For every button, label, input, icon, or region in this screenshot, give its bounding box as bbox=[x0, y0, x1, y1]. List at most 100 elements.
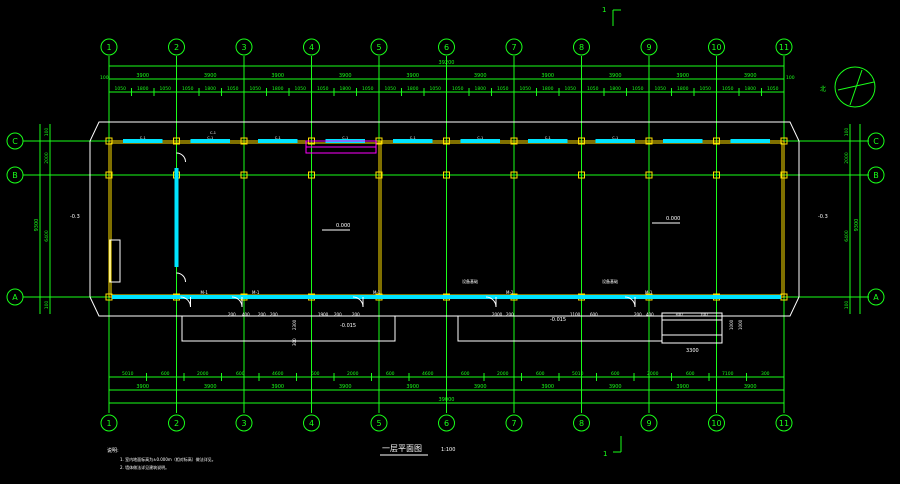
floor-plan-canvas: 11223344556677889910101111C CB BA A 3920039… bbox=[6, 6, 885, 470]
axis-label-10: 10 bbox=[711, 43, 721, 52]
door-label: M-1 bbox=[645, 290, 653, 295]
building-outline bbox=[89, 121, 800, 344]
axis-label-11: 11 bbox=[779, 419, 789, 428]
section-mark-top: 1 bbox=[602, 6, 621, 26]
dim-bottom-detail: 600 bbox=[686, 371, 695, 377]
dim-top-bay: 3900 bbox=[541, 73, 554, 79]
ramp-box bbox=[661, 312, 723, 344]
dim-top-bay: 3900 bbox=[744, 73, 757, 79]
door-swing bbox=[176, 272, 186, 283]
window-label: C-1 bbox=[140, 136, 146, 140]
misc-dim: 200 bbox=[352, 312, 360, 317]
axis-label-11: 11 bbox=[779, 43, 789, 52]
dim-top-detail: 1800 bbox=[542, 86, 554, 92]
dim-left-part: 100 bbox=[44, 128, 50, 137]
dim-bottom-detail: 600 bbox=[311, 371, 320, 377]
dim-top-bay: 3900 bbox=[204, 73, 217, 79]
misc-dim: 300 bbox=[675, 312, 683, 317]
window-label: C-1 bbox=[545, 136, 551, 140]
dim-left-part: 2000 bbox=[44, 152, 50, 164]
level-ext-2: -0.015 bbox=[550, 317, 566, 323]
dim-right-part: 100 bbox=[844, 301, 850, 310]
step-vertical: 1000 bbox=[738, 319, 743, 330]
dim-bottom-detail: 600 bbox=[161, 371, 170, 377]
dim-bottom-bay: 3900 bbox=[406, 384, 419, 390]
ramp-height: 1000 bbox=[729, 319, 734, 330]
dim-top-detail: 1800 bbox=[137, 86, 149, 92]
section-mark-bottom-label: 1 bbox=[603, 450, 607, 458]
axis-label-4: 4 bbox=[309, 419, 314, 428]
dim-top-bay: 3900 bbox=[339, 73, 352, 79]
drawing-title: 一层平面图 bbox=[382, 444, 422, 453]
axis-label-3: 3 bbox=[241, 43, 246, 52]
misc-dim: 200 bbox=[506, 312, 514, 317]
level-right: 0.000 bbox=[666, 216, 680, 222]
dim-top-detail: 1050 bbox=[385, 86, 397, 92]
door-label: M-1 bbox=[506, 290, 514, 295]
dim-bottom-detail: 4600 bbox=[422, 371, 434, 377]
dim-bottom-detail: 2000 bbox=[497, 371, 509, 377]
misc-dim: 200 bbox=[634, 312, 642, 317]
vertical-dim: 300 bbox=[292, 338, 297, 346]
axis-label-A: A bbox=[12, 293, 18, 302]
misc-dim: 400 bbox=[646, 312, 654, 317]
axis-label-5: 5 bbox=[376, 419, 381, 428]
dim-bottom-bay: 3900 bbox=[339, 384, 352, 390]
dim-top-detail: 1800 bbox=[340, 86, 352, 92]
level-right-side: -0.3 bbox=[818, 214, 828, 220]
vertical-dim: 2300 bbox=[292, 319, 297, 330]
misc-dim: 100 bbox=[700, 312, 708, 317]
misc-dim: 200 bbox=[228, 312, 236, 317]
dim-edge-left: 100 bbox=[100, 75, 109, 81]
dim-top-bay: 3900 bbox=[676, 73, 689, 79]
axis-label-2: 2 bbox=[174, 43, 179, 52]
dim-top-bay: 3900 bbox=[474, 73, 487, 79]
drawing-scale: 1:100 bbox=[441, 447, 455, 453]
axis-grid-lines bbox=[23, 56, 869, 413]
dim-bottom-bay: 3900 bbox=[271, 384, 284, 390]
dim-top-detail: 1050 bbox=[632, 86, 644, 92]
dim-top-total: 39200 bbox=[439, 60, 455, 66]
axis-bubbles: 11223344556677889910101111C CB BA A bbox=[6, 38, 885, 432]
dim-top-detail: 1050 bbox=[497, 86, 509, 92]
dim-left-part: 6400 bbox=[44, 230, 50, 242]
axis-label-B: B bbox=[873, 171, 879, 180]
dim-bottom-detail: 300 bbox=[761, 371, 770, 377]
door-swing bbox=[176, 152, 186, 163]
window-label: C-1 bbox=[342, 136, 348, 140]
door-label: M-1 bbox=[252, 290, 260, 295]
misc-dim: 2000 bbox=[492, 312, 503, 317]
misc-dim: 200 bbox=[258, 312, 266, 317]
dim-top-detail: 1050 bbox=[250, 86, 262, 92]
dim-edge-right: 100 bbox=[786, 75, 795, 81]
dim-bottom-detail: 600 bbox=[386, 371, 395, 377]
axis-label-6: 6 bbox=[444, 419, 449, 428]
misc-dim: 600 bbox=[590, 312, 598, 317]
dim-top-detail: 1050 bbox=[430, 86, 442, 92]
level-ext-1: -0.015 bbox=[340, 323, 356, 329]
axis-label-8: 8 bbox=[579, 43, 584, 52]
axis-label-1: 1 bbox=[106, 419, 111, 428]
notes-heading: 说明: bbox=[107, 447, 119, 454]
dim-top-detail: 1050 bbox=[160, 86, 172, 92]
dim-top-bay: 3900 bbox=[406, 73, 419, 79]
axis-label-2: 2 bbox=[174, 419, 179, 428]
level-left: -0.3 bbox=[70, 214, 80, 220]
dim-top-detail: 1050 bbox=[362, 86, 374, 92]
dim-right-part: 100 bbox=[844, 128, 850, 137]
dim-top-detail: 1050 bbox=[452, 86, 464, 92]
dim-right-part: 2000 bbox=[844, 152, 850, 164]
ramp-width: 3300 bbox=[686, 348, 699, 354]
dim-top-bay: 3900 bbox=[609, 73, 622, 79]
dim-bottom-total: 39000 bbox=[439, 397, 455, 403]
dim-bottom-detail: 5010 bbox=[572, 371, 584, 377]
plan-labels: M-1 M-1 M-1 M-1 M-1 0.000 0.000 -0.3 -0.3 -0.015 -… bbox=[70, 131, 828, 354]
dim-bottom-bay: 3900 bbox=[609, 384, 622, 390]
terrace-left bbox=[181, 316, 396, 342]
door-label: M-1 bbox=[201, 290, 209, 295]
dim-bottom-detail: 5010 bbox=[122, 371, 134, 377]
axis-label-C: C bbox=[873, 137, 879, 146]
dim-bottom-bay: 3900 bbox=[541, 384, 554, 390]
dim-bottom-bay: 3900 bbox=[136, 384, 149, 390]
dim-top-detail: 1800 bbox=[407, 86, 419, 92]
